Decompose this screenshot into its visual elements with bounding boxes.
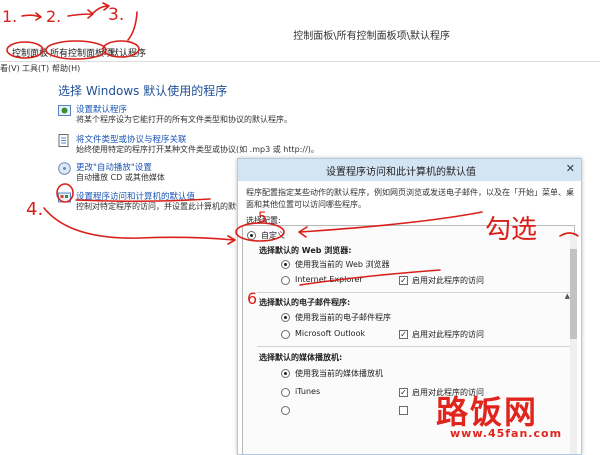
itunes-label: iTunes (295, 387, 321, 396)
task-set-default-programs: 设置默认程序 将某个程序设为它能打开的所有文件类型和协议的默认程序。 (58, 103, 478, 127)
menu-view[interactable]: 看(V) (0, 63, 20, 74)
outlook-label: Microsoft Outlook (295, 329, 366, 338)
enable-access-checkbox[interactable]: ✓ (399, 388, 408, 397)
task-file-association: 将文件类型或协议与程序关联 始终使用特定的程序打开某种文件类型或协议(如 .mp… (58, 133, 478, 157)
custom-config-label: 自定义 (261, 231, 285, 240)
internet-explorer-label: Internet Explorer (295, 275, 363, 284)
file-association-icon (58, 134, 69, 147)
itunes-radio[interactable] (281, 388, 290, 397)
scrollbar-thumb[interactable] (570, 249, 577, 339)
task-description: 自动播放 CD 或其他媒体 (76, 173, 165, 182)
breadcrumb-default-programs[interactable]: 默认程序 (110, 46, 146, 59)
menu-help[interactable]: 帮助(H) (52, 63, 80, 74)
arrow-annotation (21, 12, 42, 21)
arrow-annotation (227, 235, 236, 245)
email-section-title: 选择默认的电子邮件程序: (259, 298, 351, 307)
internet-explorer-radio[interactable] (281, 276, 290, 285)
address-bar[interactable]: 控制面板 › 所有控制面板项 › 默认程序 (0, 42, 600, 62)
enable-access-checkbox[interactable]: ✓ (399, 276, 408, 285)
task-description: 将某个程序设为它能打开的所有文件类型和协议的默认程序。 (76, 115, 292, 124)
task-description: 控制对特定程序的访问，并设置此计算机的默认值。 (76, 202, 260, 211)
program-access-icon (58, 192, 71, 203)
autoplay-icon (58, 162, 71, 175)
arrow-annotation (91, 2, 110, 15)
current-media-player-radio[interactable] (281, 369, 290, 378)
menu-bar: 看(V) 工具(T) 帮助(H) (0, 62, 600, 76)
task-description: 始终使用特定的程序打开某种文件类型或协议(如 .mp3 或 http://)。 (76, 145, 319, 154)
media-player-section-title: 选择默认的媒体播放机: (259, 353, 343, 362)
web-browser-section-title: 选择默认的 Web 浏览器: (259, 246, 352, 255)
default-programs-icon (58, 105, 71, 116)
enable-access-label: 启用对此程序的访问 (412, 276, 484, 285)
divider (257, 292, 572, 293)
current-media-player-label: 使用我当前的媒体播放机 (295, 369, 383, 378)
breadcrumb-separator: › (102, 45, 106, 55)
current-email-label: 使用我当前的电子邮件程序 (295, 313, 391, 322)
dialog-title: 设置程序访问和此计算机的默认值 (326, 167, 476, 178)
control-panel-titlebar: 控制面板\所有控制面板项\默认程序 (0, 24, 600, 44)
watermark-logo: 路饭网 www.45fan.com (436, 387, 594, 445)
divider (257, 346, 572, 347)
dialog-intro-text: 程序配置指定某些动作的默认程序，例如网页浏览或发送电子邮件，以及在「开始」菜单、… (246, 188, 574, 209)
current-email-radio[interactable] (281, 313, 290, 322)
watermark-url: www.45fan.com (450, 427, 563, 440)
outlook-radio[interactable] (281, 330, 290, 339)
breadcrumb-separator: › (43, 45, 47, 55)
dialog-titlebar[interactable]: 设置程序访问和此计算机的默认值 ✕ (238, 159, 581, 181)
page-title: 选择 Windows 默认使用的程序 (58, 84, 228, 98)
close-icon[interactable]: ✕ (566, 162, 575, 175)
enable-access-checkbox[interactable]: ✓ (399, 330, 408, 339)
custom-config-radio[interactable] (247, 231, 256, 240)
current-web-browser-label: 使用我当前的 Web 浏览器 (295, 260, 390, 269)
annotation-step-4: 4. (26, 199, 43, 220)
window-title: 控制面板\所有控制面板项\默认程序 (293, 31, 450, 42)
enable-access-label: 启用对此程序的访问 (412, 330, 484, 339)
annotation-step-3: 3. (108, 5, 124, 25)
media-option-radio[interactable] (281, 406, 290, 415)
current-web-browser-radio[interactable] (281, 260, 290, 269)
enable-access-checkbox[interactable] (399, 406, 408, 415)
menu-tools[interactable]: 工具(T) (22, 63, 49, 74)
arrow-annotation (67, 9, 94, 19)
